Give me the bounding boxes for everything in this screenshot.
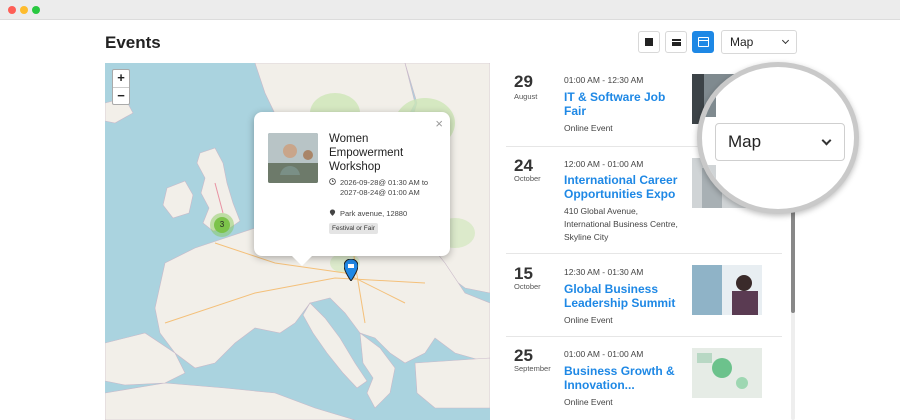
event-location: 410 Global Avenue, International Busines… [564, 206, 678, 242]
event-day: 15 [514, 264, 533, 283]
map-marker[interactable] [343, 258, 359, 282]
zoom-control: + − [112, 69, 130, 105]
event-month: October [514, 282, 541, 291]
marker-cluster[interactable]: 3 [210, 213, 234, 237]
event-month: August [514, 92, 538, 101]
event-image [692, 348, 762, 398]
event-title[interactable]: Global Business Leadership Summit [564, 282, 684, 310]
event-day: 24 [514, 156, 533, 175]
chevron-down-icon [781, 36, 790, 45]
event-location: Online Event [564, 397, 613, 407]
cluster-count: 3 [214, 217, 230, 233]
event-time: 01:00 AM - 01:00 AM [564, 349, 644, 359]
window-titlebar [0, 0, 900, 20]
page-title: Events [105, 33, 161, 52]
zoom-out-button[interactable]: − [113, 87, 129, 104]
event-image [692, 265, 762, 315]
event-location: Online Event [564, 315, 613, 325]
event-month: October [514, 174, 541, 183]
map-pin-icon [343, 258, 359, 282]
grid-view-button[interactable] [638, 31, 660, 53]
event-title[interactable]: Business Growth & Innovation... [564, 364, 684, 392]
event-time: 01:00 AM - 12:30 AM [564, 75, 644, 85]
event-day: 29 [514, 72, 533, 91]
magnified-view-select[interactable]: Map [715, 123, 845, 161]
popup-location-text: Park avenue, 12880 [340, 209, 408, 218]
event-thumbnail [268, 133, 318, 183]
clock-icon [329, 178, 336, 185]
square-icon [645, 38, 653, 46]
location-pin-icon [329, 209, 336, 216]
list-view-button[interactable] [665, 31, 687, 53]
popup-event-title[interactable]: Women Empowerment Workshop [329, 132, 429, 174]
chevron-down-icon [821, 135, 832, 145]
maximize-window-button[interactable] [32, 6, 40, 14]
close-icon[interactable]: × [435, 116, 443, 131]
event-location: Online Event [564, 123, 613, 133]
event-divider [506, 336, 782, 337]
popup-event-dates: 2026-09-28@ 01:30 AM to 2027-08-24@ 01:0… [329, 178, 434, 198]
event-title[interactable]: International Career Opportunities Expo [564, 173, 684, 201]
calendar-icon [697, 37, 709, 47]
calendar-view-button[interactable] [692, 31, 714, 53]
event-time: 12:30 AM - 01:30 AM [564, 267, 644, 277]
popup-event-location: Park avenue, 12880 [329, 209, 407, 219]
minimize-window-button[interactable] [20, 6, 28, 14]
zoom-in-button[interactable]: + [113, 70, 129, 87]
list-icon [671, 38, 681, 46]
event-month: September [514, 364, 551, 373]
event-title[interactable]: IT & Software Job Fair [564, 90, 684, 118]
view-select-value: Map [730, 35, 754, 49]
event-day: 25 [514, 346, 533, 365]
popup-category-badge: Festival or Fair [329, 223, 378, 234]
close-window-button[interactable] [8, 6, 16, 14]
magnified-select-value: Map [728, 132, 762, 151]
popup-dates-text: 2026-09-28@ 01:30 AM to 2027-08-24@ 01:0… [340, 178, 429, 197]
events-map[interactable]: + − 3 × Women Empowerment Workshop 2026-… [105, 63, 490, 420]
event-divider [506, 253, 782, 254]
magnifier-callout: Map [697, 62, 859, 214]
view-select[interactable]: Map [721, 30, 797, 54]
event-time: 12:00 AM - 01:00 AM [564, 159, 644, 169]
